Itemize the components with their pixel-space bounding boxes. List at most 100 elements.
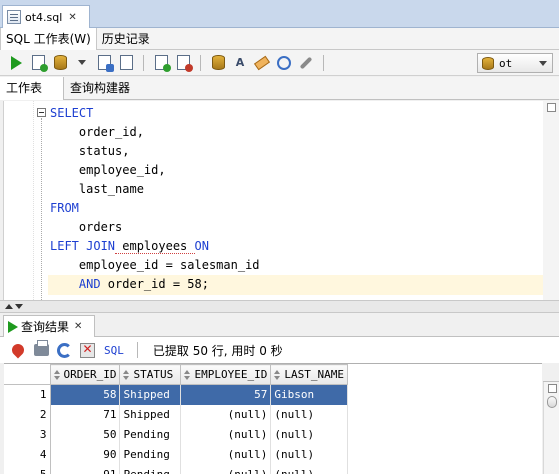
scrollbar-thumb[interactable] xyxy=(547,396,557,408)
tools-button[interactable] xyxy=(296,53,316,73)
rollback-button[interactable] xyxy=(173,53,193,73)
code-line: employee_id = salesman_id xyxy=(50,258,260,272)
cell-status[interactable]: Pending xyxy=(119,444,182,465)
results-toolbar: SQL 已提取 50 行, 用时 0 秒 xyxy=(0,337,559,363)
fold-guide xyxy=(41,118,42,300)
pane-splitter[interactable] xyxy=(0,300,559,313)
cell-employee-id[interactable]: 57 xyxy=(180,384,272,405)
column-header-employee-id[interactable]: EMPLOYEE_ID xyxy=(180,364,272,385)
cell-employee-id[interactable]: (null) xyxy=(180,464,272,474)
cell-last-name[interactable]: (null) xyxy=(270,424,348,445)
code-line: order_id, xyxy=(50,125,144,139)
fold-collapse-icon[interactable] xyxy=(37,108,46,117)
cell-order-id[interactable]: 71 xyxy=(50,404,121,425)
cell-order-id[interactable]: 50 xyxy=(50,424,121,445)
code-line: AND order_id = 58; xyxy=(50,277,209,291)
explain-plan-button[interactable] xyxy=(94,53,114,73)
row-number: 3 xyxy=(4,424,51,445)
row-number: 5 xyxy=(4,464,51,474)
grid-scrollbar[interactable] xyxy=(543,382,559,474)
document-tab-strip: ot4.sql ✕ xyxy=(0,0,559,28)
refresh-button[interactable] xyxy=(54,340,74,360)
cell-order-id[interactable]: 91 xyxy=(50,464,121,474)
format-button[interactable]: A xyxy=(230,53,250,73)
expand-down-icon[interactable] xyxy=(15,304,23,309)
column-header-status[interactable]: STATUS xyxy=(119,364,182,385)
code-line: orders xyxy=(50,220,123,234)
code-line: status, xyxy=(50,144,130,158)
scrollbar-corner xyxy=(548,384,557,393)
cell-employee-id[interactable]: (null) xyxy=(180,424,272,445)
table-row[interactable]: 1 58 Shipped 57 Gibson xyxy=(4,384,348,405)
worksheet-tab-strip: 工作表 查询构建器 xyxy=(0,77,559,100)
sub-tab-strip: SQL 工作表(W) 历史记录 xyxy=(0,27,559,50)
document-tab-ot4[interactable]: ot4.sql ✕ xyxy=(2,5,90,28)
explain-plan-icon xyxy=(97,55,114,72)
cell-last-name[interactable]: Gibson xyxy=(270,384,348,405)
document-tab-title: ot4.sql xyxy=(25,10,63,24)
sql-tuning-button[interactable] xyxy=(208,53,228,73)
cell-employee-id[interactable]: (null) xyxy=(180,444,272,465)
autotrace-db-button[interactable] xyxy=(50,53,70,73)
close-icon[interactable]: ✕ xyxy=(74,321,82,332)
pin-icon xyxy=(9,341,27,359)
sql-link[interactable]: SQL xyxy=(104,344,124,357)
sql-tuning-icon xyxy=(211,55,225,70)
run-icon xyxy=(8,320,18,333)
results-tab-label: 查询结果 xyxy=(21,320,70,334)
results-grid[interactable]: ORDER_ID STATUS EMPLOYEE_ID LAST_NAME 1 … xyxy=(4,363,542,474)
table-row[interactable]: 3 50 Pending (null) (null) xyxy=(4,424,348,445)
cell-employee-id[interactable]: (null) xyxy=(180,404,272,425)
run-script-button[interactable] xyxy=(28,53,48,73)
cell-status[interactable]: Pending xyxy=(119,424,182,445)
sort-icon[interactable] xyxy=(274,370,281,380)
scrollbar-corner xyxy=(547,103,556,112)
toolbar-dropdown-button[interactable] xyxy=(72,53,92,73)
worksheet-toolbar: A ot xyxy=(0,50,559,76)
tab-query-builder[interactable]: 查询构建器 xyxy=(64,77,136,100)
chevron-down-icon xyxy=(78,60,86,65)
autotrace-button[interactable] xyxy=(116,53,136,73)
delete-icon xyxy=(79,342,95,358)
tab-worksheet[interactable]: 工作表 xyxy=(0,77,64,100)
delete-button[interactable] xyxy=(77,340,97,360)
table-row[interactable]: 2 71 Shipped (null) (null) xyxy=(4,404,348,425)
format-icon: A xyxy=(235,56,245,69)
row-number-header xyxy=(4,364,51,385)
cell-last-name[interactable]: (null) xyxy=(270,464,348,474)
commit-button[interactable] xyxy=(151,53,171,73)
cell-status[interactable]: Shipped xyxy=(119,384,182,405)
print-button[interactable] xyxy=(31,340,51,360)
cell-order-id[interactable]: 90 xyxy=(50,444,121,465)
sort-icon[interactable] xyxy=(123,370,130,380)
tab-sql-worksheet[interactable]: SQL 工作表(W) xyxy=(0,27,97,50)
toolbar-separator xyxy=(143,54,144,71)
sort-icon[interactable] xyxy=(184,370,191,380)
cell-last-name[interactable]: (null) xyxy=(270,404,348,425)
editor-scrollbar[interactable] xyxy=(543,101,559,300)
autotrace-icon xyxy=(119,55,133,70)
toolbar-separator xyxy=(136,342,138,358)
sort-icon[interactable] xyxy=(53,370,61,380)
expand-up-icon[interactable] xyxy=(5,304,13,309)
toolbar-separator xyxy=(200,54,201,71)
cell-order-id[interactable]: 58 xyxy=(50,384,121,405)
cell-status[interactable]: Shipped xyxy=(119,404,182,425)
splitter-arrows[interactable] xyxy=(5,304,23,309)
pin-button[interactable] xyxy=(8,340,28,360)
run-statement-button[interactable] xyxy=(6,53,26,73)
cell-last-name[interactable]: (null) xyxy=(270,444,348,465)
clear-button[interactable] xyxy=(252,53,272,73)
rollback-icon xyxy=(176,55,193,72)
column-header-order-id[interactable]: ORDER_ID xyxy=(49,364,121,385)
close-icon[interactable]: ✕ xyxy=(68,12,76,23)
tab-history[interactable]: 历史记录 xyxy=(97,28,155,50)
connection-select[interactable]: ot xyxy=(477,53,553,73)
sql-editor[interactable]: SELECT order_id, status, employee_id, la… xyxy=(3,101,544,300)
table-row[interactable]: 4 90 Pending (null) (null) xyxy=(4,444,348,465)
table-row[interactable]: 5 91 Pending (null) (null) xyxy=(4,464,348,474)
cell-status[interactable]: Pending xyxy=(119,464,182,474)
history-button[interactable] xyxy=(274,53,294,73)
tab-query-result[interactable]: 查询结果 ✕ xyxy=(3,315,95,337)
column-header-last-name[interactable]: LAST_NAME xyxy=(270,364,348,385)
